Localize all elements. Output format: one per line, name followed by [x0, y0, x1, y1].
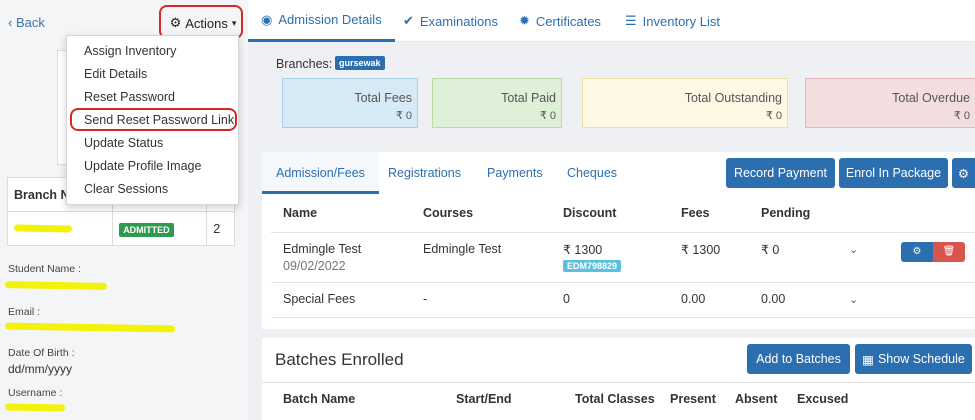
username-label: Username : — [8, 387, 63, 399]
course-name: - — [411, 282, 551, 318]
package-name: Edmingle Test — [283, 241, 362, 256]
menu-item-update-status[interactable]: Update Status — [67, 132, 238, 155]
total-paid-card: Total Paid ₹ 0 — [432, 78, 562, 128]
col-courses: Courses — [411, 194, 551, 233]
redacted-mark — [4, 281, 108, 290]
branches-label: Branches: — [276, 57, 333, 71]
tab-label: Examinations — [419, 13, 498, 29]
settings-button[interactable]: ⚙ — [952, 158, 975, 188]
redacted-mark — [4, 322, 176, 333]
back-link[interactable]: ‹ Back — [8, 15, 45, 30]
top-tab-bar: ◉ Admission Details ✔ Examinations ✹ Cer… — [248, 0, 975, 42]
discount-code-badge: EDM798829 — [563, 259, 622, 272]
edit-gear-button[interactable]: ⚙ — [901, 241, 933, 262]
certificate-icon: ✹ — [519, 13, 530, 28]
col-discount: Discount — [551, 194, 669, 233]
show-schedule-button[interactable]: ▦ Show Schedule — [855, 344, 972, 374]
dob-value: dd/mm/yyyy — [8, 362, 73, 376]
card-value: ₹ 0 — [765, 110, 782, 122]
show-schedule-label: Show Schedule — [877, 352, 965, 366]
pending-value: ₹ 0 — [749, 232, 837, 283]
total-overdue-card: Total Overdue ₹ 0 — [805, 78, 975, 128]
batches-title: Batches Enrolled — [275, 350, 404, 369]
gear-icon: ⚙ — [957, 166, 970, 181]
back-label: Back — [15, 15, 45, 30]
discount-value: 0 — [551, 282, 669, 318]
email-label: Email : — [8, 306, 41, 318]
fees-value: ₹ 1300 — [669, 232, 749, 283]
menu-item-edit-details[interactable]: Edit Details — [67, 63, 238, 86]
package-date: 09/02/2022 — [283, 258, 346, 273]
total-outstanding-card: Total Outstanding ₹ 0 — [582, 78, 788, 128]
chevron-down-icon[interactable]: ⌄ — [849, 294, 858, 306]
col-fees: Fees — [669, 194, 749, 233]
fees-table: Name Courses Discount Fees Pending Edmin… — [271, 194, 975, 318]
redacted-mark — [4, 403, 66, 412]
col-present: Present — [670, 392, 716, 406]
table-row: Edmingle Test 09/02/2022 Edmingle Test ₹… — [271, 232, 975, 283]
tab-examinations[interactable]: ✔ Examinations — [403, 0, 498, 42]
card-title: Total Paid — [501, 91, 556, 105]
col-start-end: Start/End — [456, 392, 512, 406]
tab-label: Certificates — [535, 13, 601, 29]
card-title: Total Outstanding — [684, 91, 782, 105]
card-title: Total Fees — [354, 91, 412, 105]
table-row: Special Fees - 0 0.00 0.00 ⌄ — [271, 282, 975, 318]
total-fees-card: Total Fees ₹ 0 — [282, 78, 418, 128]
course-name: Edmingle Test — [411, 232, 551, 283]
discount-value: ₹ 1300 — [563, 242, 603, 257]
col-absent: Absent — [735, 392, 778, 406]
redacted-mark — [13, 224, 73, 233]
tab-certificates[interactable]: ✹ Certificates — [519, 0, 601, 42]
col-total-classes: Total Classes — [575, 392, 655, 406]
card-title: Total Overdue — [892, 91, 970, 105]
subtab-registrations[interactable]: Registrations — [388, 152, 461, 194]
main-content: Branches: gursewak Total Fees ₹ 0 Total … — [248, 42, 975, 420]
col-excused: Excused — [797, 392, 849, 406]
record-payment-button[interactable]: Record Payment — [726, 158, 835, 188]
card-value: ₹ 0 — [395, 110, 412, 122]
tab-admission-details[interactable]: ◉ Admission Details — [248, 0, 395, 42]
student-name-label: Student Name : — [8, 263, 81, 275]
chevron-down-icon[interactable]: ⌄ — [849, 244, 858, 256]
menu-item-update-profile-image[interactable]: Update Profile Image — [67, 155, 238, 178]
calendar-icon: ▦ — [862, 352, 874, 367]
user-circle-icon: ◉ — [261, 11, 273, 27]
status-badge: ADMITTED — [119, 222, 174, 237]
menu-item-assign-inventory[interactable]: Assign Inventory — [67, 40, 238, 63]
delete-button[interactable]: 🗑 — [933, 241, 965, 262]
menu-item-reset-password[interactable]: Reset Password — [67, 86, 238, 109]
enrol-package-button[interactable]: Enrol In Package — [839, 158, 948, 188]
menu-item-clear-sessions[interactable]: Clear Sessions — [67, 178, 238, 201]
add-to-batches-button[interactable]: Add to Batches — [747, 344, 850, 374]
pending-value: 0.00 — [749, 282, 837, 318]
subtab-payments[interactable]: Payments — [487, 152, 543, 194]
col-name: Name — [271, 194, 411, 233]
actions-highlight-ring — [159, 5, 243, 39]
tab-label: Admission Details — [278, 12, 382, 27]
send-reset-link-highlight-ring — [70, 108, 237, 131]
row-actions: ⚙ 🗑 — [901, 241, 965, 262]
col-pending: Pending — [749, 194, 837, 233]
card-value: ₹ 0 — [539, 110, 556, 122]
subtab-admission-fees[interactable]: Admission/Fees — [262, 152, 379, 194]
batches-panel: Batches Enrolled Add to Batches ▦ Show S… — [262, 338, 975, 420]
branch-count: 2 — [206, 211, 235, 246]
tab-label: Inventory List — [642, 13, 720, 29]
fees-panel: Admission/Fees Registrations Payments Ch… — [262, 152, 975, 329]
subtab-cheques[interactable]: Cheques — [567, 152, 617, 194]
tab-inventory-list[interactable]: ☰ Inventory List — [625, 0, 720, 42]
package-name: Special Fees — [271, 282, 411, 318]
dob-label: Date Of Birth : — [8, 347, 75, 359]
col-batch-name: Batch Name — [283, 392, 356, 406]
card-value: ₹ 0 — [953, 110, 970, 122]
branch-badge: gursewak — [335, 56, 385, 70]
check-icon: ✔ — [403, 13, 414, 28]
fees-value: 0.00 — [669, 282, 749, 318]
list-icon: ☰ — [625, 13, 637, 28]
